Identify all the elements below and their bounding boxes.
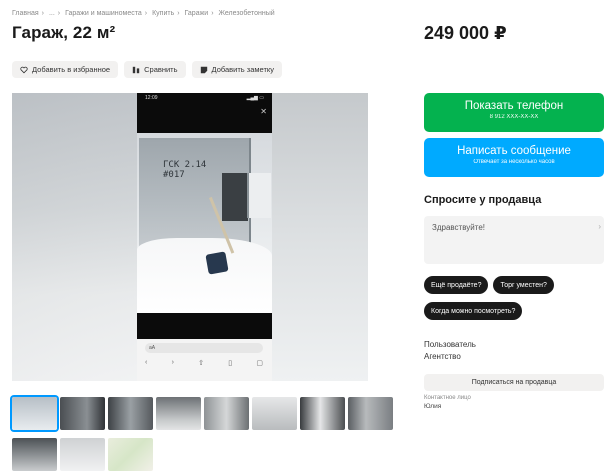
breadcrumb: Главная › ... › Гаражи и машиноместа › Купи… [12, 10, 275, 17]
compare-label: Сравнить [144, 65, 178, 74]
quick-question-bargain[interactable]: Торг уместен? [493, 276, 554, 294]
add-note-label: Добавить заметку [211, 65, 274, 74]
compare-button[interactable]: Сравнить [124, 61, 186, 78]
thumbnail[interactable] [12, 438, 57, 471]
ask-seller-title: Спросите у продавца [424, 194, 542, 206]
compare-icon [132, 66, 140, 73]
quick-question-still-selling[interactable]: Ещё продаёте? [424, 276, 489, 294]
seller-type: Агентство [424, 352, 461, 361]
main-photo[interactable]: 12:09 ▂▄▆ ▭ ✕ ГСК 2.14 #017 аA ‹ › ⇧ ▯ ▢ [12, 93, 368, 381]
book-icon: ▯ [228, 360, 233, 367]
write-message-button[interactable]: Написать сообщение Отвечает за несколько… [424, 138, 604, 177]
thumbnail[interactable] [204, 397, 249, 430]
add-to-favorites-label: Добавить в избранное [32, 65, 111, 74]
phone-screenshot: 12:09 ▂▄▆ ▭ ✕ ГСК 2.14 #017 аA ‹ › ⇧ ▯ ▢ [137, 93, 272, 381]
tabs-icon: ▢ [256, 360, 263, 367]
browser-bar: аA ‹ › ⇧ ▯ ▢ [137, 339, 272, 381]
write-message-label: Написать сообщение [457, 145, 571, 157]
share-icon: ⇧ [198, 360, 205, 367]
breadcrumb-item[interactable]: Гаражи [185, 10, 209, 17]
contact-person-name: Юлия [424, 403, 442, 410]
response-time: Отвечает за несколько часов [473, 159, 555, 165]
breadcrumb-item[interactable]: Гаражи и машиноместа [65, 10, 142, 17]
message-text: Здравствуйте! [432, 223, 486, 232]
garage-door-inner [247, 173, 271, 218]
contact-person-label: Контактное лицо [424, 395, 471, 401]
price: 249 000 ₽ [424, 23, 507, 43]
note-icon [200, 66, 207, 73]
thumbnail-strip-row2 [12, 438, 153, 471]
add-to-favorites-button[interactable]: Добавить в избранное [12, 61, 119, 78]
add-note-button[interactable]: Добавить заметку [191, 61, 282, 78]
garage-doorway [222, 173, 248, 221]
garage-photo: ГСК 2.14 #017 [137, 133, 272, 313]
listing-actions: Добавить в избранное Сравнить Добавить з… [12, 61, 282, 78]
browser-nav: ‹ › ⇧ ▯ ▢ [145, 359, 263, 367]
close-icon: ✕ [260, 107, 267, 116]
breadcrumb-item[interactable]: ... [49, 10, 55, 17]
map-thumbnail[interactable] [108, 438, 153, 471]
thumbnail[interactable] [60, 438, 105, 471]
breadcrumb-item[interactable]: Купить [152, 10, 174, 17]
show-phone-button[interactable]: Показать телефон 8 912 XXX-XX-XX [424, 93, 604, 132]
signal-icon: ▂▄▆ ▭ [246, 95, 264, 101]
quick-question-viewing[interactable]: Когда можно посмотреть? [424, 302, 523, 320]
quick-questions: Ещё продаёте? Торг уместен? [424, 276, 554, 294]
heart-icon [20, 66, 28, 73]
browser-address: аA [145, 343, 263, 353]
thumbnail[interactable] [12, 397, 57, 430]
thumbnail[interactable] [252, 397, 297, 430]
breadcrumb-item[interactable]: Главная [12, 10, 39, 17]
status-time: 12:09 [145, 95, 158, 101]
shovel-blade [205, 251, 229, 275]
thumbnail[interactable] [60, 397, 105, 430]
page-title: Гараж, 22 м² [12, 23, 116, 42]
photo-blur-right [272, 93, 368, 381]
forward-icon: › [171, 359, 174, 366]
snow [137, 238, 272, 313]
quick-questions-row2: Когда можно посмотреть? [424, 302, 523, 320]
thumbnail[interactable] [156, 397, 201, 430]
subscribe-button[interactable]: Подписаться на продавца [424, 374, 604, 391]
send-icon[interactable]: › [598, 222, 601, 231]
garage-marking: ГСК 2.14 #017 [163, 160, 207, 180]
message-input[interactable]: Здравствуйте! › [424, 216, 604, 264]
photo-blur-left [12, 93, 137, 381]
back-icon: ‹ [145, 359, 148, 366]
show-phone-label: Показать телефон [464, 100, 564, 112]
phone-status-bar: 12:09 ▂▄▆ ▭ [137, 93, 272, 103]
seller-label: Пользователь [424, 340, 476, 349]
breadcrumb-item[interactable]: Железобетонный [218, 10, 274, 17]
thumbnail[interactable] [108, 397, 153, 430]
thumbnail[interactable] [300, 397, 345, 430]
thumbnail[interactable] [348, 397, 393, 430]
phone-number-masked: 8 912 XXX-XX-XX [489, 114, 539, 120]
thumbnail-strip [12, 397, 393, 430]
